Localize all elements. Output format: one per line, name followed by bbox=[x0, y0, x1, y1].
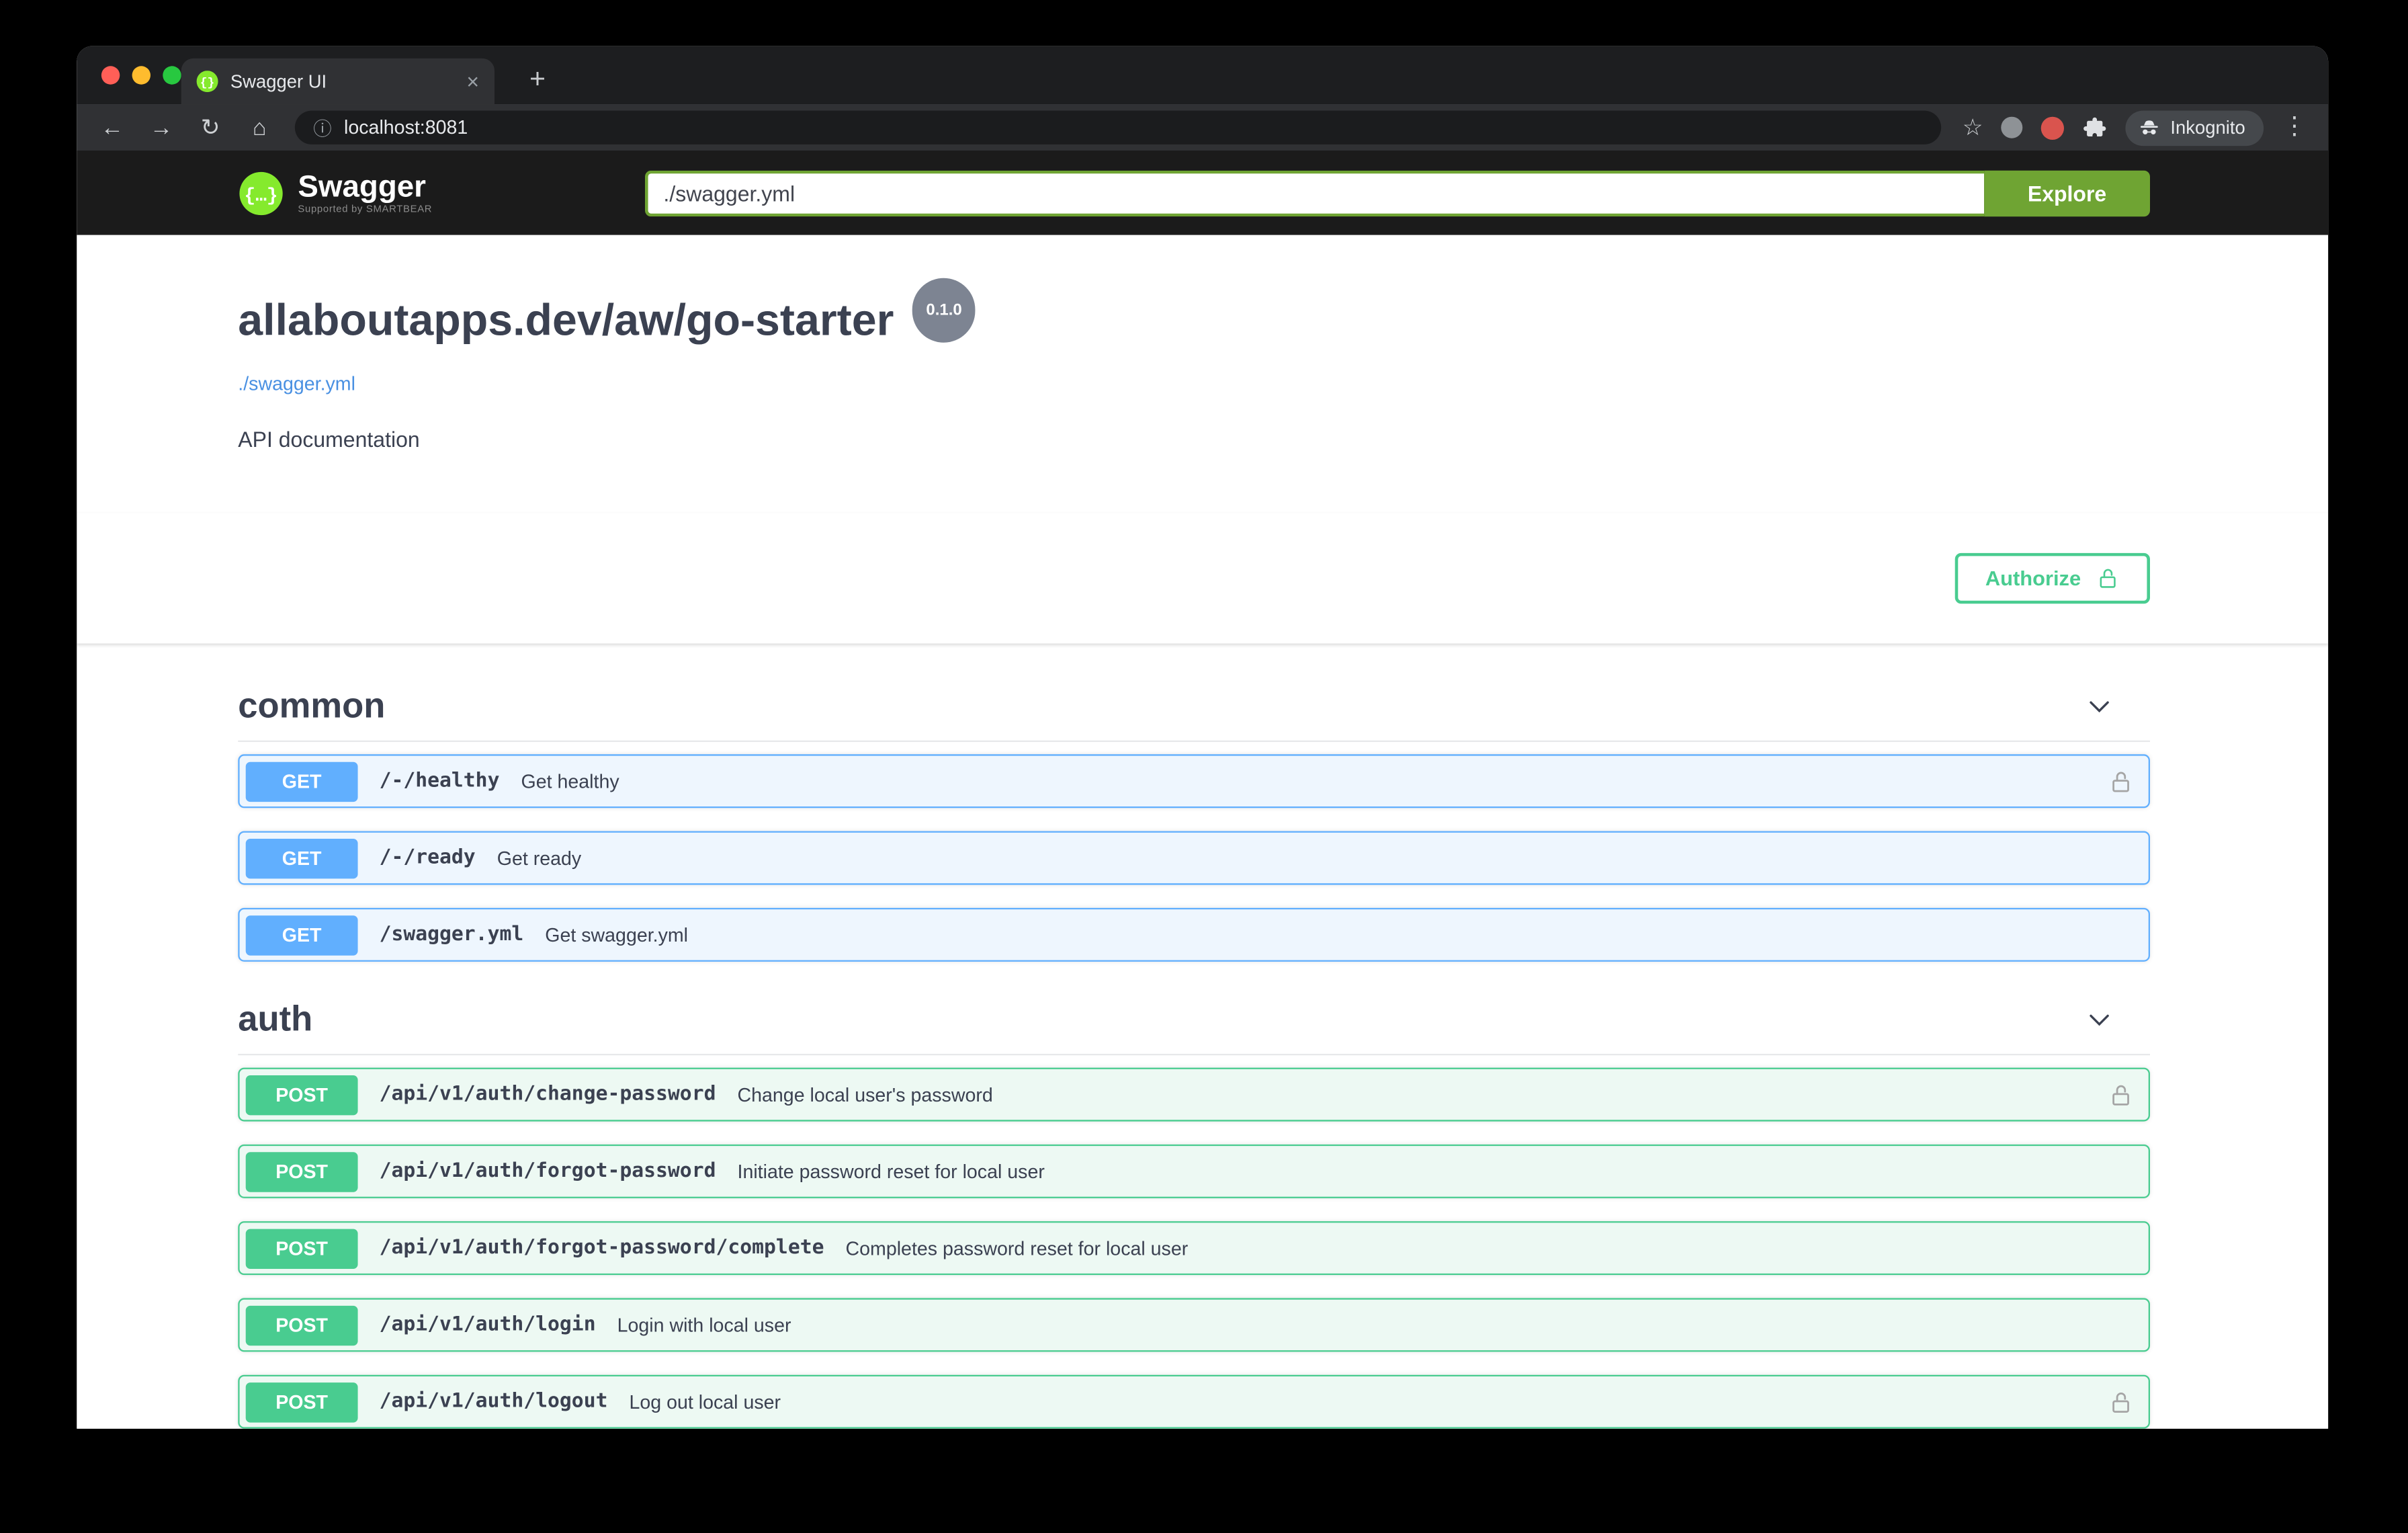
section-title: auth bbox=[238, 998, 313, 1039]
authorize-button[interactable]: Authorize bbox=[1954, 552, 2150, 604]
scheme-container: Authorize bbox=[77, 513, 2328, 643]
api-title-text: allaboutapps.dev/aw/go-starter bbox=[238, 296, 894, 346]
browser-window: {} Swagger UI × + ← → ↻ ⌂ ⓘ localhost:80… bbox=[77, 46, 2329, 1429]
tab-title: Swagger UI bbox=[230, 71, 327, 93]
tab-close-icon[interactable]: × bbox=[466, 71, 479, 92]
lock-icon[interactable] bbox=[2108, 1389, 2133, 1414]
extension-icon-red[interactable] bbox=[2041, 116, 2065, 139]
swagger-favicon: {} bbox=[196, 71, 218, 93]
authorize-label: Authorize bbox=[1985, 567, 2081, 590]
method-badge: POST bbox=[245, 1304, 358, 1345]
browser-tab[interactable]: {} Swagger UI × bbox=[181, 58, 494, 105]
method-badge: POST bbox=[245, 1151, 358, 1192]
unlock-icon bbox=[2100, 569, 2116, 588]
method-badge: GET bbox=[245, 761, 358, 801]
operation-summary: Change local user's password bbox=[737, 1083, 993, 1106]
address-bar[interactable]: ⓘ localhost:8081 bbox=[294, 110, 1941, 144]
forward-icon[interactable]: → bbox=[147, 116, 175, 139]
operation-row[interactable]: POST /api/v1/auth/login Login with local… bbox=[238, 1298, 2150, 1352]
method-badge: POST bbox=[245, 1074, 358, 1115]
method-badge: GET bbox=[245, 837, 358, 878]
method-badge: POST bbox=[245, 1228, 358, 1268]
back-icon[interactable]: ← bbox=[98, 116, 126, 139]
operation-row[interactable]: POST /api/v1/auth/forgot-password/comple… bbox=[238, 1221, 2150, 1276]
smartbear-caption: Supported by SMARTBEAR bbox=[298, 203, 433, 214]
window-minimize-button[interactable] bbox=[132, 66, 150, 85]
spec-link[interactable]: ./swagger.yml bbox=[238, 373, 355, 395]
operation-summary: Initiate password reset for local user bbox=[737, 1160, 1045, 1182]
spec-url-input[interactable] bbox=[644, 169, 1985, 216]
sections-root: common GET /-/healthy Get healthy GET /-… bbox=[77, 644, 2328, 1429]
operation-path: /api/v1/auth/forgot-password bbox=[379, 1159, 716, 1183]
incognito-spy-icon bbox=[2141, 120, 2159, 134]
section-header[interactable]: common bbox=[238, 671, 2150, 742]
extensions-puzzle-icon[interactable] bbox=[2083, 115, 2108, 140]
operation-path: /swagger.yml bbox=[379, 923, 524, 946]
api-description: API documentation bbox=[238, 427, 420, 452]
svg-text:{}: {} bbox=[200, 77, 215, 90]
explore-button[interactable]: Explore bbox=[1984, 169, 2150, 216]
lock-icon[interactable] bbox=[2108, 1082, 2133, 1107]
operation-path: /api/v1/auth/login bbox=[379, 1313, 596, 1337]
browser-toolbar: ← → ↻ ⌂ ⓘ localhost:8081 ☆ Inkognito ⋮ bbox=[77, 104, 2329, 151]
swagger-topbar: {…} Swagger Supported by SMARTBEAR Explo… bbox=[77, 150, 2329, 235]
site-info-icon[interactable]: ⓘ bbox=[313, 114, 331, 140]
window-zoom-button[interactable] bbox=[163, 66, 181, 85]
url-text: localhost:8081 bbox=[344, 116, 468, 138]
operation-path: /-/ready bbox=[379, 846, 476, 870]
api-section: auth POST /api/v1/auth/change-password C… bbox=[238, 985, 2150, 1429]
swagger-content: allaboutapps.dev/aw/go-starter 0.1.0 ./sw… bbox=[77, 235, 2329, 1429]
method-badge: POST bbox=[245, 1381, 358, 1422]
operation-summary: Get ready bbox=[497, 847, 582, 869]
operation-row[interactable]: POST /api/v1/auth/logout Log out local u… bbox=[238, 1374, 2150, 1429]
operation-row[interactable]: GET /-/healthy Get healthy bbox=[238, 754, 2150, 809]
swagger-logo: {…} Swagger Supported by SMARTBEAR bbox=[238, 170, 432, 216]
operation-summary: Get healthy bbox=[521, 770, 619, 792]
section-operations: POST /api/v1/auth/change-password Change… bbox=[238, 1067, 2150, 1429]
toolbar-right: ☆ Inkognito ⋮ bbox=[1963, 110, 2307, 145]
new-tab-button[interactable]: + bbox=[519, 60, 556, 97]
traffic-lights bbox=[101, 66, 181, 85]
chevron-down-icon[interactable] bbox=[2082, 689, 2116, 722]
operation-path: /api/v1/auth/forgot-password/complete bbox=[379, 1236, 824, 1260]
screen: {} Swagger UI × + ← → ↻ ⌂ ⓘ localhost:80… bbox=[0, 0, 2408, 1533]
extension-icon-gray[interactable] bbox=[2001, 116, 2023, 138]
lock-icon[interactable] bbox=[2108, 769, 2133, 794]
section-title: common bbox=[238, 685, 386, 725]
spec-url-form: Explore bbox=[644, 169, 2150, 216]
operation-summary: Get swagger.yml bbox=[545, 923, 689, 946]
operation-row[interactable]: POST /api/v1/auth/forgot-password Initia… bbox=[238, 1144, 2150, 1198]
home-icon[interactable]: ⌂ bbox=[246, 116, 273, 139]
api-info: allaboutapps.dev/aw/go-starter 0.1.0 ./sw… bbox=[77, 235, 2328, 513]
operation-summary: Login with local user bbox=[617, 1314, 791, 1336]
swagger-logo-icon: {…} bbox=[239, 171, 283, 214]
swagger-wordmark: Swagger bbox=[298, 169, 426, 204]
method-badge: GET bbox=[245, 915, 358, 955]
page-title: allaboutapps.dev/aw/go-starter 0.1.0 bbox=[238, 278, 2150, 363]
operation-path: /api/v1/auth/change-password bbox=[379, 1083, 716, 1106]
svg-text:{…}: {…} bbox=[245, 185, 278, 206]
reload-icon[interactable]: ↻ bbox=[197, 116, 224, 139]
incognito-label: Inkognito bbox=[2170, 116, 2245, 138]
window-close-button[interactable] bbox=[101, 66, 120, 85]
incognito-badge: Inkognito bbox=[2126, 110, 2264, 145]
operation-summary: Log out local user bbox=[629, 1391, 781, 1413]
tab-strip: {} Swagger UI × + bbox=[77, 46, 2329, 105]
operation-path: /api/v1/auth/logout bbox=[379, 1390, 608, 1413]
browser-menu-icon[interactable]: ⋮ bbox=[2282, 114, 2307, 140]
operation-row[interactable]: POST /api/v1/auth/change-password Change… bbox=[238, 1067, 2150, 1122]
api-section: common GET /-/healthy Get healthy GET /-… bbox=[238, 671, 2150, 962]
section-header[interactable]: auth bbox=[238, 985, 2150, 1056]
operation-summary: Completes password reset for local user bbox=[845, 1237, 1189, 1259]
operation-path: /-/healthy bbox=[379, 770, 500, 793]
version-badge: 0.1.0 bbox=[912, 278, 976, 343]
operation-row[interactable]: GET /-/ready Get ready bbox=[238, 831, 2150, 885]
chevron-down-icon[interactable] bbox=[2082, 1002, 2116, 1036]
operation-row[interactable]: GET /swagger.yml Get swagger.yml bbox=[238, 907, 2150, 962]
bookmark-star-icon[interactable]: ☆ bbox=[1963, 114, 1983, 141]
section-operations: GET /-/healthy Get healthy GET /-/ready … bbox=[238, 754, 2150, 962]
